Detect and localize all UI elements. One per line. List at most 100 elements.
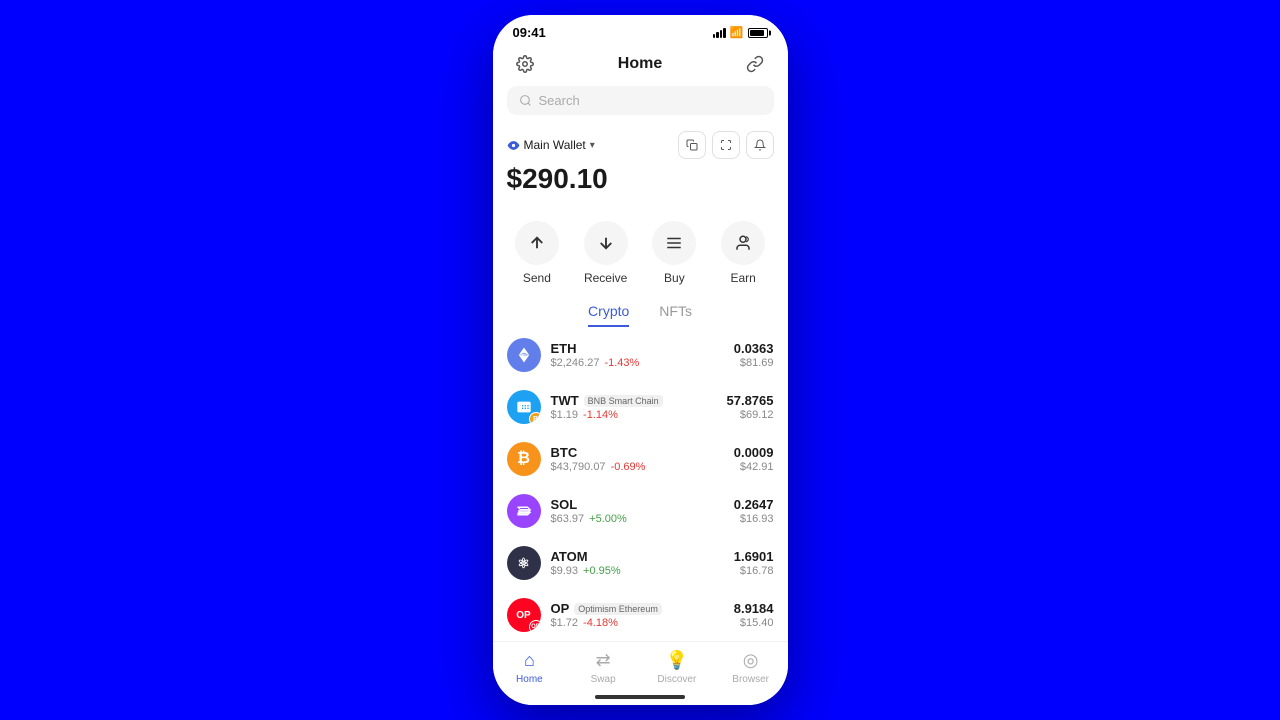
browser-icon: ◎	[743, 650, 759, 671]
status-bar: 09:41 📶	[493, 15, 788, 44]
eth-amount: 0.0363	[734, 341, 774, 356]
list-item[interactable]: B TWT BNB Smart Chain $1.19 -1.14% 57.87…	[493, 381, 788, 433]
list-item[interactable]: SOL $63.97 +5.00% 0.2647 $16.93	[493, 485, 788, 537]
eth-logo	[507, 338, 541, 372]
eth-symbol: ETH	[551, 341, 577, 356]
list-item[interactable]: ETH $2,246.27 -1.43% 0.0363 $81.69	[493, 329, 788, 381]
wallet-balance: $290.10	[507, 163, 774, 195]
list-item[interactable]: ⚛ ATOM $9.93 +0.95% 1.6901 $16.78	[493, 537, 788, 589]
send-button[interactable]: Send	[515, 221, 559, 285]
settings-button[interactable]	[511, 50, 539, 78]
signal-icon	[713, 28, 726, 38]
eth-usd: $81.69	[734, 357, 774, 369]
battery-icon	[748, 28, 768, 38]
sol-amount: 0.2647	[734, 497, 774, 512]
buy-label: Buy	[664, 271, 685, 285]
sol-price: $63.97	[551, 513, 585, 525]
wifi-icon: 📶	[730, 26, 744, 39]
status-icons: 📶	[713, 26, 768, 39]
atom-price: $9.93	[551, 565, 579, 577]
wallet-connect-button[interactable]	[741, 50, 769, 78]
wallet-action-buttons	[678, 131, 774, 159]
eth-info: ETH $2,246.27 -1.43%	[551, 341, 734, 369]
expand-button[interactable]	[712, 131, 740, 159]
nav-discover[interactable]: 💡 Discover	[652, 650, 702, 685]
asset-tabs: Crypto NFTs	[493, 297, 788, 329]
twt-logo: B	[507, 390, 541, 424]
earn-button[interactable]: Earn	[721, 221, 765, 285]
atom-usd: $16.78	[734, 565, 774, 577]
bottom-nav: ⌂ Home ⇄ Swap 💡 Discover ◎ Browser	[493, 641, 788, 691]
twt-price: $1.19	[551, 409, 579, 421]
btc-info: BTC $43,790.07 -0.69%	[551, 445, 734, 473]
sol-symbol: SOL	[551, 497, 578, 512]
twt-amount: 57.8765	[727, 393, 774, 408]
op-logo: OP OP	[507, 598, 541, 632]
page-title: Home	[618, 55, 662, 73]
wallet-header: Main Wallet ▾	[507, 131, 774, 159]
atom-logo: ⚛	[507, 546, 541, 580]
wallet-name: Main Wallet	[524, 138, 586, 152]
copy-address-button[interactable]	[678, 131, 706, 159]
btc-usd: $42.91	[734, 461, 774, 473]
op-values: 8.9184 $15.40	[734, 601, 774, 629]
nav-browser[interactable]: ◎ Browser	[726, 650, 776, 685]
eye-icon	[507, 139, 520, 152]
twt-info: TWT BNB Smart Chain $1.19 -1.14%	[551, 393, 727, 421]
op-info: OP Optimism Ethereum $1.72 -4.18%	[551, 601, 734, 629]
atom-info: ATOM $9.93 +0.95%	[551, 549, 734, 577]
receive-icon	[584, 221, 628, 265]
wallet-dropdown-icon[interactable]: ▾	[590, 140, 595, 151]
search-placeholder: Search	[539, 93, 580, 108]
earn-label: Earn	[730, 271, 755, 285]
twt-change: -1.14%	[583, 409, 618, 421]
sol-change: +5.00%	[589, 513, 627, 525]
twt-values: 57.8765 $69.12	[727, 393, 774, 421]
bottom-indicator	[493, 691, 788, 705]
header: Home	[493, 44, 788, 86]
op-amount: 8.9184	[734, 601, 774, 616]
atom-change: +0.95%	[583, 565, 621, 577]
nav-swap[interactable]: ⇄ Swap	[578, 650, 628, 685]
discover-label: Discover	[657, 674, 696, 685]
phone-frame: 09:41 📶 Home	[493, 15, 788, 705]
nav-home[interactable]: ⌂ Home	[504, 650, 554, 685]
atom-symbol: ATOM	[551, 549, 588, 564]
sol-values: 0.2647 $16.93	[734, 497, 774, 525]
twt-chain: BNB Smart Chain	[584, 395, 663, 407]
swap-icon: ⇄	[596, 650, 611, 671]
btc-values: 0.0009 $42.91	[734, 445, 774, 473]
home-indicator-bar	[595, 695, 685, 699]
discover-icon: 💡	[666, 650, 688, 671]
op-change: -4.18%	[583, 617, 618, 629]
sol-logo	[507, 494, 541, 528]
op-chain: Optimism Ethereum	[574, 603, 662, 615]
sol-usd: $16.93	[734, 513, 774, 525]
tab-crypto[interactable]: Crypto	[588, 303, 629, 327]
tab-nfts[interactable]: NFTs	[659, 303, 692, 327]
send-icon	[515, 221, 559, 265]
list-item[interactable]: OP OP OP Optimism Ethereum $1.72 -4.18% …	[493, 589, 788, 641]
receive-label: Receive	[584, 271, 627, 285]
wallet-name-row[interactable]: Main Wallet ▾	[507, 138, 595, 152]
eth-values: 0.0363 $81.69	[734, 341, 774, 369]
status-time: 09:41	[513, 25, 546, 40]
action-buttons: Send Receive Buy	[493, 215, 788, 297]
wallet-section: Main Wallet ▾	[493, 125, 788, 215]
btc-logo: ₿	[507, 442, 541, 476]
search-bar[interactable]: Search	[507, 86, 774, 115]
search-container: Search	[493, 86, 788, 125]
home-label: Home	[516, 674, 543, 685]
atom-amount: 1.6901	[734, 549, 774, 564]
swap-label: Swap	[591, 674, 616, 685]
send-label: Send	[523, 271, 551, 285]
op-price: $1.72	[551, 617, 579, 629]
atom-values: 1.6901 $16.78	[734, 549, 774, 577]
btc-price: $43,790.07	[551, 461, 606, 473]
notification-button[interactable]	[746, 131, 774, 159]
buy-button[interactable]: Buy	[652, 221, 696, 285]
eth-change: -1.43%	[604, 357, 639, 369]
receive-button[interactable]: Receive	[584, 221, 628, 285]
list-item[interactable]: ₿ BTC $43,790.07 -0.69% 0.0009 $42.91	[493, 433, 788, 485]
twt-symbol: TWT	[551, 393, 579, 408]
